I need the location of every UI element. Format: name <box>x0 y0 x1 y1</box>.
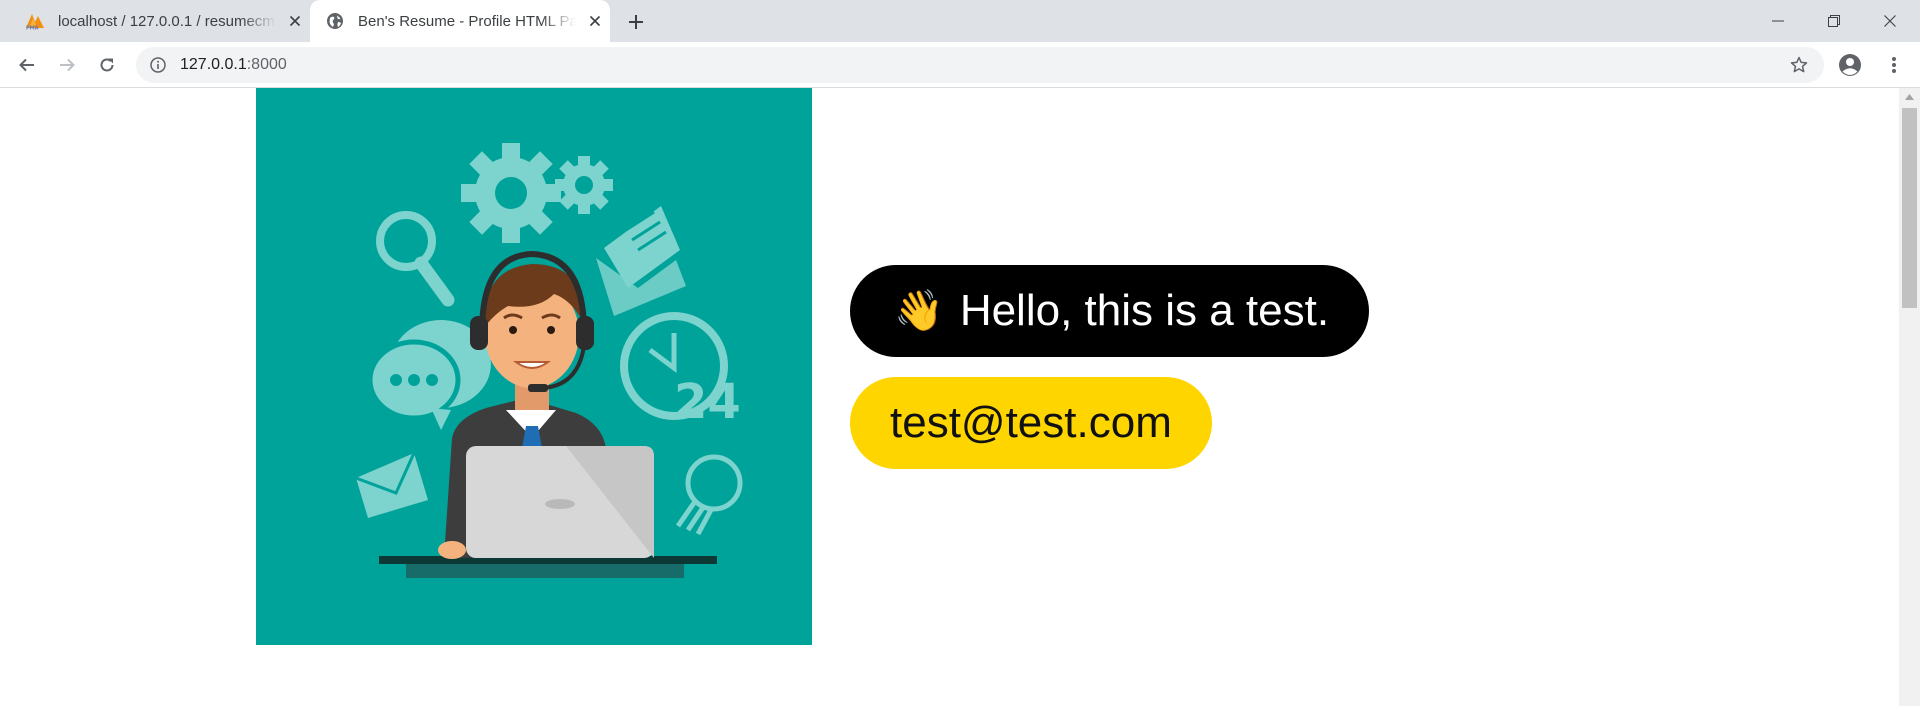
close-tab-icon[interactable] <box>284 10 306 32</box>
browser-menu-icon[interactable] <box>1880 51 1908 79</box>
site-info-icon[interactable] <box>148 55 168 75</box>
new-tab-button[interactable] <box>622 8 650 36</box>
tab-title: localhost / 127.0.0.1 / resumecms <box>58 12 276 30</box>
back-button[interactable] <box>11 49 43 81</box>
close-window-button[interactable] <box>1862 0 1918 42</box>
email-link[interactable]: test@test.com <box>850 377 1212 469</box>
restore-icon <box>1828 15 1840 27</box>
magnifier-icon <box>376 211 455 307</box>
close-icon <box>1884 15 1896 27</box>
envelope-icon <box>355 452 428 518</box>
globe-icon <box>324 10 346 32</box>
restore-button[interactable] <box>1806 0 1862 42</box>
waving-hand-icon: 👋 <box>894 288 944 334</box>
minimize-button[interactable] <box>1750 0 1806 42</box>
close-tab-icon[interactable] <box>584 10 606 32</box>
reload-icon <box>100 58 114 72</box>
phpmyadmin-icon: PMA <box>24 10 46 32</box>
plus-icon <box>629 15 643 29</box>
page-viewport: 24 👋 Hello, this is a test. test@test.co… <box>0 88 1920 706</box>
url-host: 127.0.0.1 <box>180 56 247 73</box>
greeting-pill: 👋 Hello, this is a test. <box>850 265 1369 357</box>
gear-icon <box>461 143 613 243</box>
scroll-up-arrow-icon[interactable] <box>1899 88 1920 106</box>
tab-title: Ben's Resume - Profile HTML Page <box>358 12 576 30</box>
tab-bens-resume[interactable]: Ben's Resume - Profile HTML Page <box>310 0 610 42</box>
url-port: :8000 <box>246 56 287 73</box>
clock-icon: 24 <box>620 312 741 430</box>
browser-toolbar: 127.0.0.1:8000 <box>0 42 1920 88</box>
vertical-scrollbar[interactable] <box>1899 88 1920 706</box>
greeting-text: Hello, this is a test. <box>959 286 1330 335</box>
document-icon <box>596 206 686 316</box>
reload-button[interactable] <box>91 49 123 81</box>
forward-button[interactable] <box>51 49 83 81</box>
bookmark-star-icon[interactable] <box>1788 54 1810 76</box>
support-illustration: 24 <box>256 88 812 645</box>
tab-strip: PMA localhost / 127.0.0.1 / resumecms Be… <box>0 0 1920 42</box>
tab-phpmyadmin[interactable]: PMA localhost / 127.0.0.1 / resumecms <box>0 0 310 42</box>
svg-text:PMA: PMA <box>26 26 39 31</box>
profile-avatar-icon[interactable] <box>1836 51 1864 79</box>
minimize-icon <box>1772 20 1784 22</box>
lightbulb-icon <box>675 454 743 536</box>
arrow-left-icon <box>19 58 34 72</box>
svg-text:24: 24 <box>674 374 741 430</box>
url-text: 127.0.0.1:8000 <box>180 56 287 74</box>
address-bar[interactable]: 127.0.0.1:8000 <box>136 47 1824 83</box>
arrow-right-icon <box>60 58 75 72</box>
scrollbar-thumb[interactable] <box>1902 108 1917 308</box>
